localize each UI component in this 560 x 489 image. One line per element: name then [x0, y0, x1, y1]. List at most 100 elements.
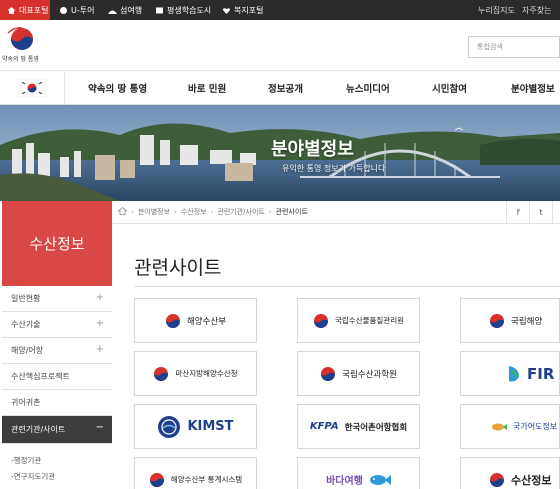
portal-tab[interactable]: 대표포털: [0, 0, 50, 20]
learning-tab[interactable]: 평생학습도시: [155, 0, 211, 20]
page-title: 관련사이트: [134, 257, 222, 279]
kfpa-logo-icon: KFPA: [309, 421, 339, 432]
breadcrumb-item[interactable]: 수산정보: [181, 207, 207, 217]
breadcrumb-current: 관련사이트: [275, 208, 308, 216]
banner-title: 분야별정보: [271, 139, 354, 160]
breadcrumb-item[interactable]: 관련기관/사이트: [217, 207, 264, 217]
site-card-label: 해양수산부 통계시스템: [170, 475, 243, 484]
site-header: 약속의 땅 통영 통합검색: [0, 20, 560, 71]
sidebar-item-harbor[interactable]: 해양/어항 +: [2, 338, 112, 364]
learning-tab-label: 평생학습도시: [167, 5, 212, 15]
taegeuk-emblem-icon: [313, 313, 329, 329]
site-card-label: 바다여행: [326, 476, 363, 487]
nav-item-tongyeong[interactable]: 약속의 땅 통영: [88, 71, 147, 105]
logo-text: 약속의 땅 통영: [2, 56, 39, 63]
site-card-label: 수산정보: [511, 473, 552, 487]
nav-item-civil[interactable]: 바로 민원: [188, 71, 226, 105]
site-card-nfqs[interactable]: 국립수산물품질관리원: [297, 298, 420, 343]
plus-icon: +: [95, 344, 104, 355]
welfare-icon: [222, 6, 231, 15]
sidebar-subitem-label: 연구지도기관: [13, 471, 56, 481]
sitemap-link[interactable]: 누리집지도: [478, 0, 515, 20]
site-card-label: 마산지방해양수산청: [175, 369, 238, 378]
island-tab-label: 섬여행: [120, 5, 143, 15]
sidebar-item-label: 관련기관/사이트: [11, 425, 66, 434]
fish-icon: [491, 419, 507, 435]
site-card-label: 국가어도정보: [513, 422, 558, 431]
island-tab[interactable]: 섬여행: [108, 0, 142, 20]
sidebar-item-label: 귀어귀촌: [11, 398, 41, 407]
site-card-fira[interactable]: FIR: [460, 351, 560, 396]
sidebar-subitem-research[interactable]: - 연구지도기관: [2, 468, 112, 484]
taegeuk-emblem-icon: [149, 472, 165, 488]
search-input[interactable]: 통합검색: [468, 36, 560, 58]
site-card-nifs[interactable]: 국립수산과학원: [297, 351, 420, 396]
title-divider: [134, 286, 560, 287]
home-icon[interactable]: [117, 206, 128, 217]
utour-tab-label: U-투어: [71, 5, 95, 15]
sidebar-item-project[interactable]: 수산핵심프로젝트: [2, 364, 112, 390]
nav-item-field-info[interactable]: 분야별정보: [511, 71, 555, 105]
sidebar-subitem-admin[interactable]: - 행정기관: [2, 452, 112, 468]
minus-icon: −: [95, 422, 104, 433]
site-card-mof[interactable]: 해양수산부: [134, 298, 257, 343]
sidebar-item-label: 수산핵심프로젝트: [11, 372, 70, 381]
site-card-label: 국립수산물품질관리원: [335, 316, 404, 325]
banner-subtitle: 유익한 통영 정보가 가득합니다: [282, 164, 386, 173]
sidebar-item-return[interactable]: 귀어귀촌: [2, 390, 112, 416]
chevron-right-icon: ›: [174, 208, 177, 216]
plus-icon: +: [95, 318, 104, 329]
site-card-label: 해양수산부: [186, 316, 227, 327]
site-card-label: KIMST: [187, 419, 234, 434]
welfare-tab-label: 복지포털: [234, 5, 264, 15]
chevron-right-icon: ›: [210, 208, 214, 216]
sidebar-menu: 일반현황 + 수산기술 + 해양/어항 + 수산핵심프로젝트 귀어귀촌 관련기관/사이…: [2, 286, 112, 484]
taegeuk-emblem-icon: [153, 366, 169, 382]
twitter-icon[interactable]: t: [529, 201, 552, 224]
facebook-icon[interactable]: f: [506, 201, 529, 224]
site-card-masan[interactable]: 마산지방해양수산청: [134, 351, 257, 396]
utour-tab[interactable]: U-투어: [59, 0, 94, 20]
taegeuk-emblem-icon: [489, 472, 505, 488]
sidebar-subitem-label: 행정기관: [13, 455, 42, 465]
site-card-kimst[interactable]: KIMST: [134, 404, 257, 449]
book-icon: [155, 6, 164, 15]
chevron-right-icon: ›: [268, 208, 272, 216]
tour-icon: [59, 6, 68, 15]
sidebar-item-label: 수산기술: [11, 320, 41, 329]
taegeuk-emblem-icon: [165, 313, 181, 329]
main-nav: 약속의 땅 통영 바로 민원 정보공개 뉴스미디어 시민참여 분야별정보: [0, 71, 560, 105]
sidebar-item-sites[interactable]: 관련기관/사이트 −: [2, 416, 112, 444]
taegeuk-emblem-icon: [489, 313, 505, 329]
site-card-kfpa[interactable]: KFPA 한국어촌어항협회: [297, 404, 420, 449]
sidebar-item-label: 해양/어항: [11, 346, 44, 355]
site-card-sea-tour[interactable]: 바다여행: [297, 457, 420, 489]
site-card-fishway[interactable]: 국가어도정보: [460, 404, 560, 449]
kimst-emblem-icon: [157, 415, 181, 439]
sidebar-title: 수산정보: [2, 201, 112, 286]
plus-icon: +: [95, 292, 104, 303]
island-icon: [108, 6, 117, 15]
welfare-tab[interactable]: 복지포털: [222, 0, 263, 20]
site-card-label: FIR: [527, 364, 555, 383]
breadcrumb-item[interactable]: 분야별정보: [138, 207, 170, 217]
nav-item-participation[interactable]: 시민참여: [432, 71, 467, 105]
korea-flag-icon: [0, 71, 65, 105]
blog-icon[interactable]: [552, 201, 560, 224]
site-card-label: 한국어촌어항협회: [344, 422, 408, 433]
portal-tab-label: 대표포털: [19, 5, 49, 15]
chevron-right-icon: ›: [131, 208, 134, 216]
favorites-link[interactable]: 자주찾는: [522, 0, 551, 20]
breadcrumb-bar: › 분야별정보 › 수산정보 › 관련기관/사이트 › 관련사이트 f t: [112, 201, 560, 224]
nav-item-disclosure[interactable]: 정보공개: [268, 71, 303, 105]
sidebar-item-general[interactable]: 일반현황 +: [2, 286, 112, 312]
site-card-fisheries-info[interactable]: 수산정보: [460, 457, 560, 489]
site-card-label: 국립해양: [511, 316, 543, 327]
top-bar: 대표포털 U-투어 섬여행 평생학습도시 복지포털 누리집지도 자주찾는: [0, 0, 560, 20]
site-card-label: 국립수산과학원: [342, 369, 397, 380]
sidebar-item-label: 일반현황: [11, 294, 41, 303]
site-card-national-maritime[interactable]: 국립해양: [460, 298, 560, 343]
nav-item-news[interactable]: 뉴스미디어: [346, 71, 390, 105]
sidebar-item-tech[interactable]: 수산기술 +: [2, 312, 112, 338]
site-card-mof-stats[interactable]: 해양수산부 통계시스템: [134, 457, 257, 489]
